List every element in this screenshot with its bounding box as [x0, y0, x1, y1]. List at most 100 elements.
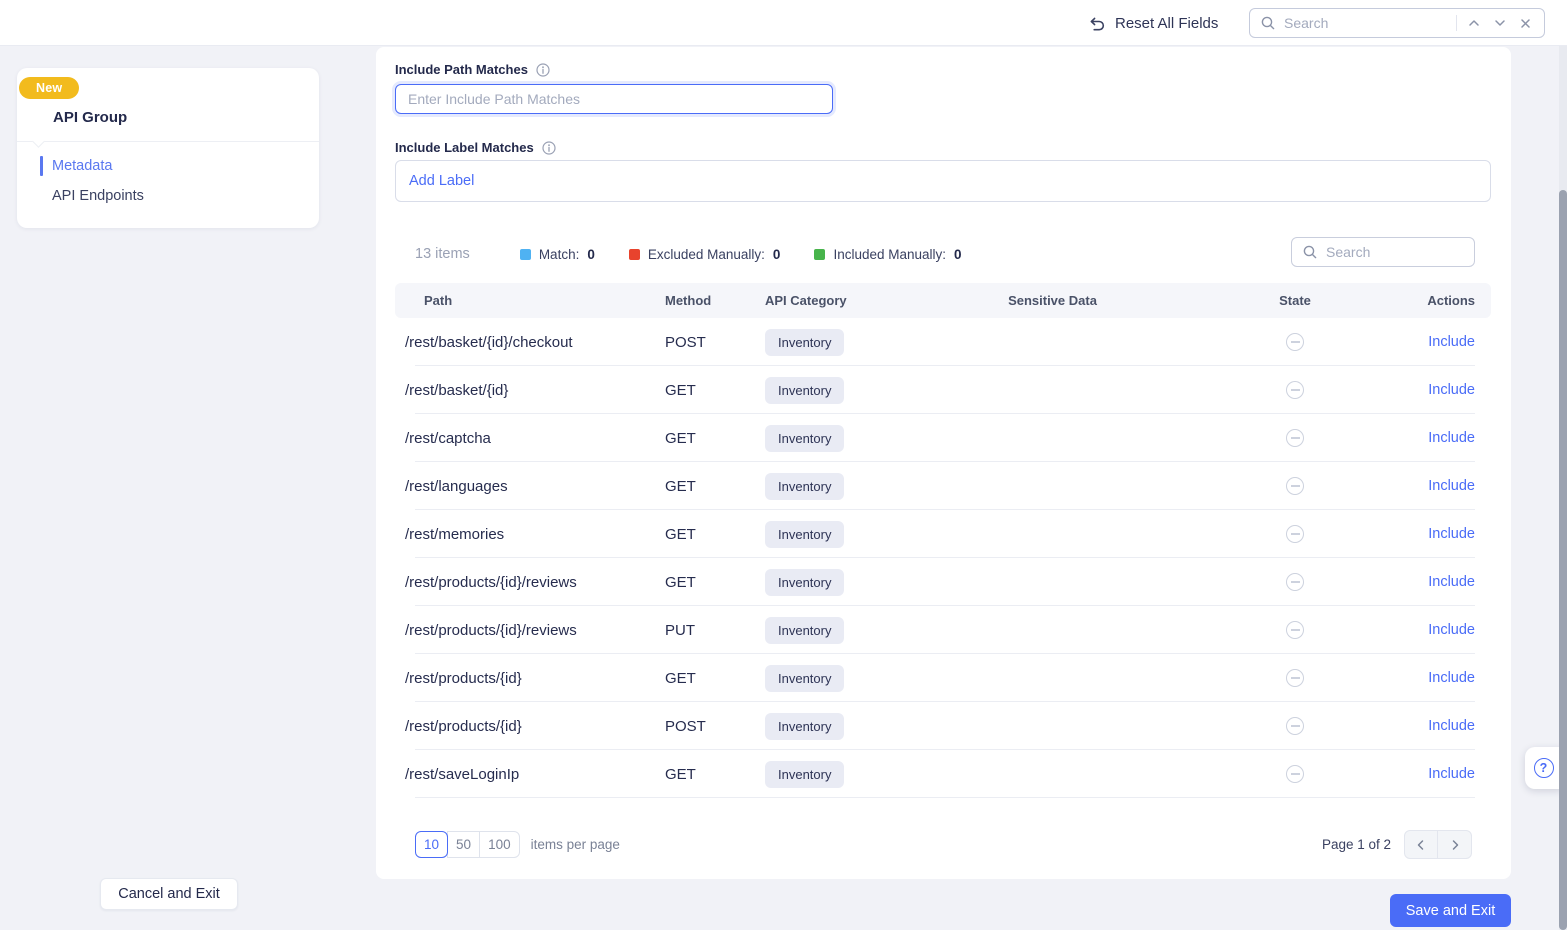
legend-swatch [520, 249, 531, 260]
global-search-box [1249, 8, 1545, 38]
include-link[interactable]: Include [1428, 382, 1475, 398]
sensitive-data-cell [875, 654, 1230, 702]
table-row: /rest/captcha GET Inventory Include [395, 414, 1491, 462]
state-neutral-icon [1286, 621, 1304, 639]
reset-all-fields-button[interactable]: Reset All Fields [1088, 8, 1218, 38]
table-header-row: PathMethodAPI CategorySensitive DataStat… [395, 283, 1491, 318]
include-path-matches-input[interactable] [395, 84, 833, 114]
vertical-scrollbar-thumb[interactable] [1559, 190, 1567, 930]
api-category-badge: Inventory [765, 713, 844, 740]
endpoint-path-cell: /rest/saveLoginIp [395, 750, 645, 798]
legend-label: Excluded Manually: [648, 247, 765, 262]
sensitive-data-cell [875, 462, 1230, 510]
label-matches-box[interactable]: Add Label [395, 160, 1491, 202]
page-size-group: 1050100 [415, 831, 520, 858]
actions-cell: Include [1360, 606, 1491, 654]
table-row: /rest/products/{id}/reviews GET Inventor… [395, 558, 1491, 606]
actions-cell: Include [1360, 366, 1491, 414]
api-category-cell: Inventory [740, 414, 875, 462]
include-link[interactable]: Include [1428, 622, 1475, 638]
include-link[interactable]: Include [1428, 574, 1475, 590]
legend-item: Excluded Manually: 0 [629, 247, 781, 262]
previous-page-button[interactable] [1405, 831, 1438, 858]
vertical-scrollbar-track[interactable] [1559, 46, 1567, 930]
search-icon [1302, 244, 1318, 260]
include-link[interactable]: Include [1428, 478, 1475, 494]
api-category-badge: Inventory [765, 569, 844, 596]
page-size-option-50[interactable]: 50 [447, 831, 480, 858]
table-search-input[interactable] [1326, 244, 1464, 260]
endpoint-path-cell: /rest/captcha [395, 414, 645, 462]
legend-swatch [629, 249, 640, 260]
api-category-cell: Inventory [740, 702, 875, 750]
state-cell [1230, 510, 1360, 558]
api-category-cell: Inventory [740, 558, 875, 606]
main-panel: Include Path Matches Include Label Match… [376, 47, 1511, 879]
sidebar-divider [17, 141, 319, 142]
state-cell [1230, 558, 1360, 606]
endpoint-method-cell: GET [645, 654, 740, 702]
page-size-option-10[interactable]: 10 [415, 831, 448, 858]
state-neutral-icon [1286, 381, 1304, 399]
include-link[interactable]: Include [1428, 430, 1475, 446]
search-icon [1260, 15, 1276, 31]
reset-icon [1088, 14, 1106, 32]
api-category-cell: Inventory [740, 318, 875, 366]
close-icon [1519, 17, 1532, 30]
info-icon[interactable] [542, 141, 556, 155]
state-neutral-icon [1286, 333, 1304, 351]
include-path-matches-label-text: Include Path Matches [395, 62, 528, 77]
reset-all-fields-label: Reset All Fields [1115, 15, 1218, 32]
api-category-cell: Inventory [740, 654, 875, 702]
page-size-option-100[interactable]: 100 [479, 831, 520, 858]
table-row: /rest/basket/{id}/checkout POST Inventor… [395, 318, 1491, 366]
endpoint-path-cell: /rest/products/{id} [395, 702, 645, 750]
search-prev-button[interactable] [1465, 14, 1483, 32]
add-label-button[interactable]: Add Label [409, 173, 474, 189]
state-neutral-icon [1286, 573, 1304, 591]
api-group-sidebar: New API Group Metadata API Endpoints [17, 68, 319, 228]
search-next-button[interactable] [1491, 14, 1509, 32]
legend-item: Included Manually: 0 [814, 247, 961, 262]
state-cell [1230, 462, 1360, 510]
save-and-exit-button[interactable]: Save and Exit [1390, 894, 1511, 927]
next-page-button[interactable] [1438, 831, 1471, 858]
actions-cell: Include [1360, 654, 1491, 702]
actions-cell: Include [1360, 414, 1491, 462]
page-info: Page 1 of 2 [1322, 837, 1391, 852]
state-legend: Match: 0 Excluded Manually: 0 Included M… [520, 247, 962, 262]
include-link[interactable]: Include [1428, 334, 1475, 350]
endpoint-method-cell: GET [645, 414, 740, 462]
page-size-control: 1050100 items per page [415, 831, 620, 858]
legend-item: Match: 0 [520, 247, 595, 262]
api-category-cell: Inventory [740, 462, 875, 510]
table-row: /rest/products/{id}/reviews PUT Inventor… [395, 606, 1491, 654]
sidebar-item-api-endpoints[interactable]: API Endpoints [17, 181, 319, 211]
column-header-actions: Actions [1360, 283, 1491, 318]
api-category-badge: Inventory [765, 521, 844, 548]
global-search-input[interactable] [1284, 15, 1448, 31]
table-row: /rest/saveLoginIp GET Inventory Include [395, 750, 1491, 798]
endpoint-path-cell: /rest/memories [395, 510, 645, 558]
include-link[interactable]: Include [1428, 718, 1475, 734]
pagination-bar: 1050100 items per page Page 1 of 2 [415, 830, 1472, 859]
help-button[interactable]: ? [1525, 747, 1562, 789]
state-neutral-icon [1286, 525, 1304, 543]
table-row: /rest/languages GET Inventory Include [395, 462, 1491, 510]
endpoint-path-cell: /rest/products/{id}/reviews [395, 606, 645, 654]
info-icon[interactable] [536, 63, 550, 77]
sidebar-item-metadata[interactable]: Metadata [17, 151, 319, 181]
cancel-and-exit-button[interactable]: Cancel and Exit [100, 878, 238, 910]
api-category-badge: Inventory [765, 617, 844, 644]
include-link[interactable]: Include [1428, 670, 1475, 686]
search-close-button[interactable] [1517, 15, 1534, 32]
chevron-left-icon [1414, 838, 1428, 852]
sensitive-data-cell [875, 558, 1230, 606]
include-link[interactable]: Include [1428, 526, 1475, 542]
sensitive-data-cell [875, 606, 1230, 654]
endpoint-method-cell: GET [645, 462, 740, 510]
endpoint-method-cell: GET [645, 750, 740, 798]
include-link[interactable]: Include [1428, 766, 1475, 782]
state-neutral-icon [1286, 765, 1304, 783]
sidebar-item-label: API Endpoints [52, 188, 144, 204]
